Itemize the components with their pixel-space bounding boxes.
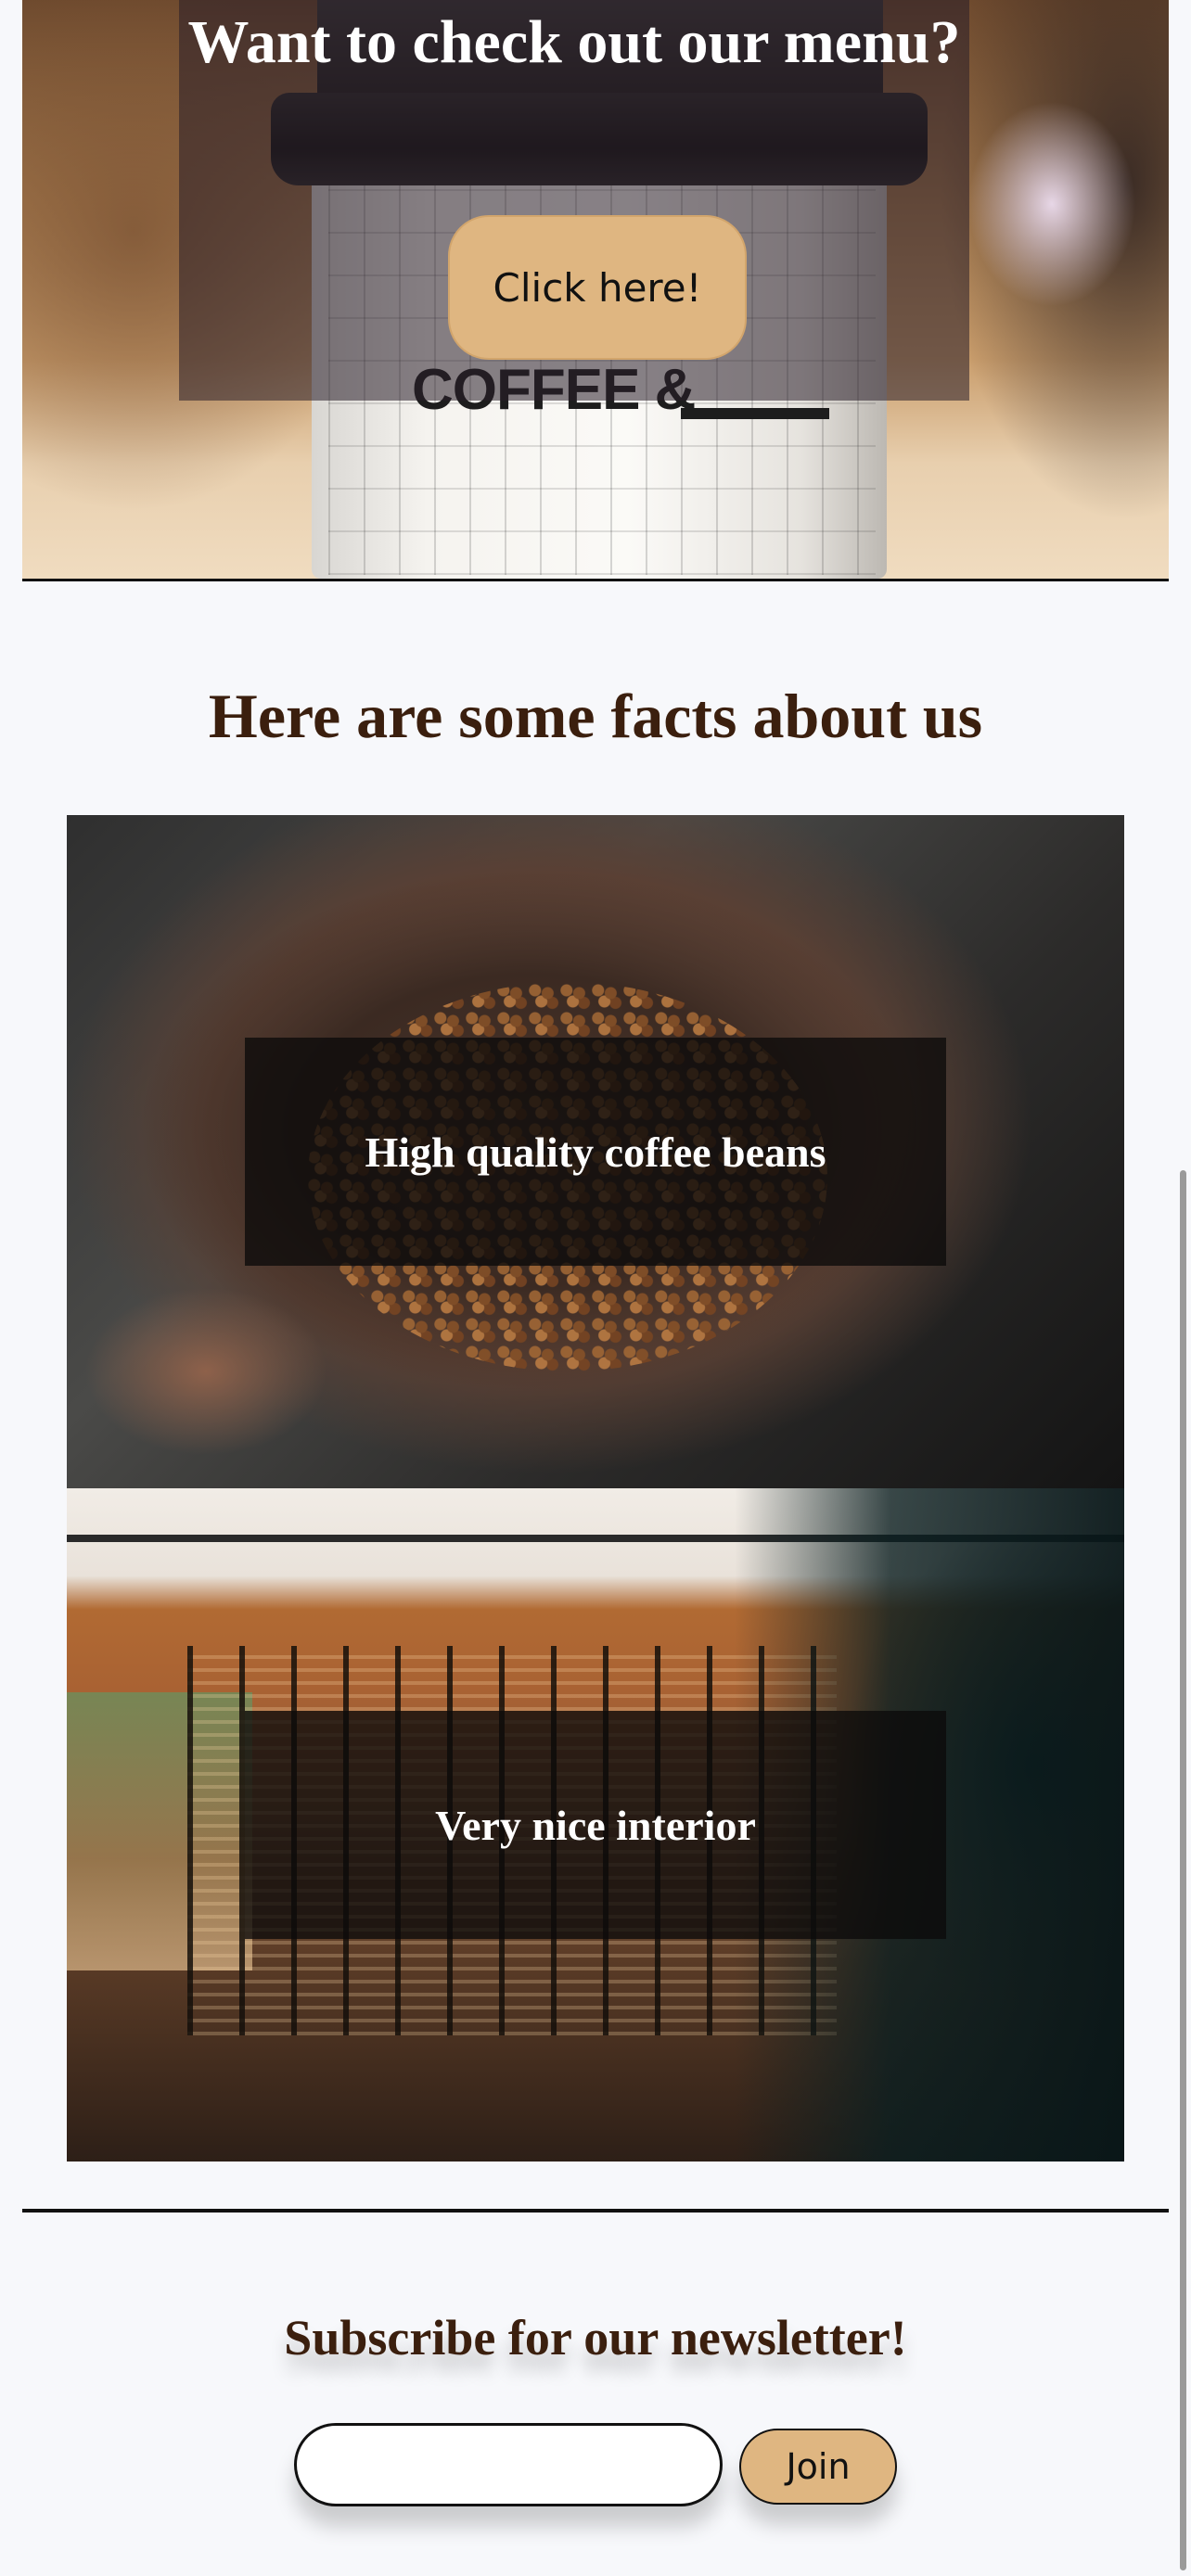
fact-card-interior: Very nice interior <box>67 1488 1124 2162</box>
join-button[interactable]: Join <box>739 2429 897 2505</box>
section-divider <box>22 579 1169 581</box>
facts-title: Here are some facts about us <box>208 681 983 751</box>
fact-text: Very nice interior <box>435 1801 756 1849</box>
fact-card-coffee-beans: High quality coffee beans <box>67 815 1124 1488</box>
fact-text: High quality coffee beans <box>365 1128 826 1176</box>
cup-print-line <box>681 408 829 419</box>
fact-overlay: Very nice interior <box>245 1711 946 1939</box>
section-divider <box>22 2209 1169 2213</box>
newsletter-title: Subscribe for our newsletter! <box>284 2310 907 2366</box>
scrollbar-thumb[interactable] <box>1180 1170 1186 2570</box>
newsletter-email-input[interactable] <box>294 2423 723 2506</box>
menu-button[interactable]: Click here! <box>448 215 747 360</box>
hero-title: Want to check out our menu? <box>187 8 961 76</box>
fact-overlay: High quality coffee beans <box>245 1038 946 1266</box>
